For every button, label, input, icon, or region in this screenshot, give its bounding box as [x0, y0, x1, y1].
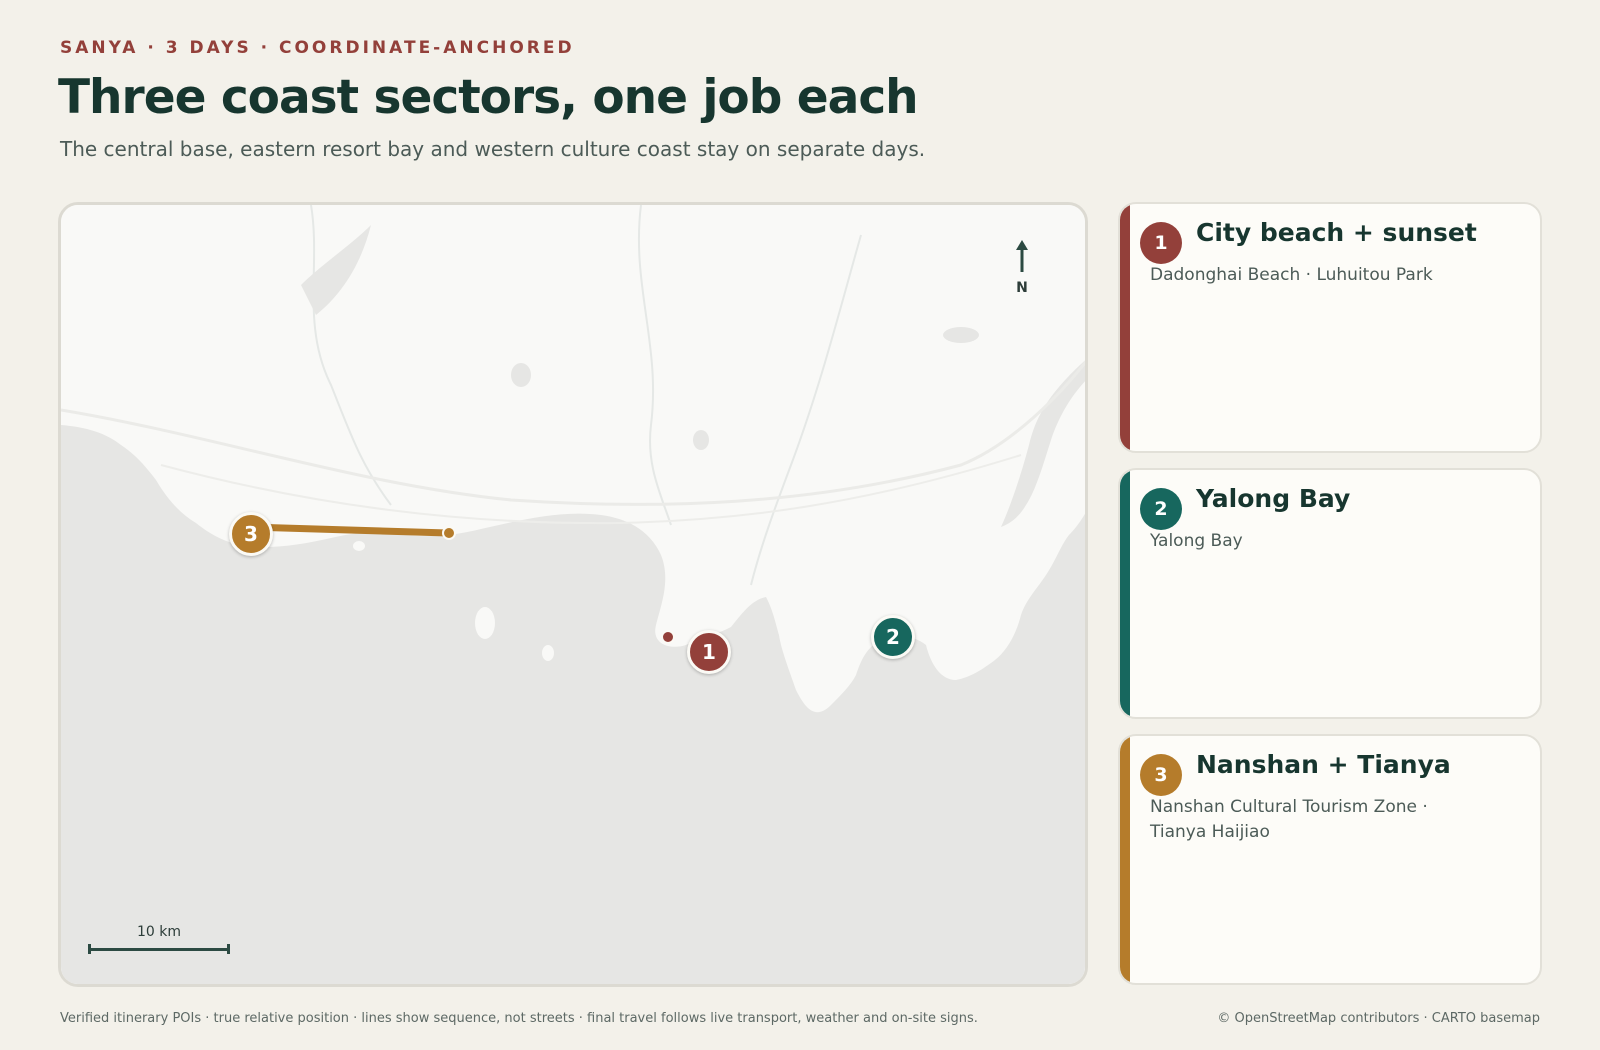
day-card-1[interactable]: 1 City beach + sunset Dadonghai Beach · … [1118, 202, 1542, 453]
day-places: Dadonghai Beach · Luhuitou Park [1150, 265, 1433, 285]
poi-dot-day3 [442, 526, 456, 540]
day-title: Yalong Bay [1196, 484, 1351, 513]
day-places: Nanshan Cultural Tourism Zone · Tianya H… [1150, 797, 1428, 842]
day-title: Nanshan + Tianya [1196, 750, 1451, 779]
day-card-2[interactable]: 2 Yalong Bay Yalong Bay [1118, 468, 1542, 719]
island [475, 607, 495, 639]
island [353, 541, 365, 551]
north-arrow-icon [1016, 240, 1028, 272]
footer-note: Verified itinerary POIs · true relative … [60, 1011, 978, 1026]
day-cards: 1 City beach + sunset Dadonghai Beach · … [1118, 202, 1542, 1000]
day-badge: 3 [1140, 754, 1182, 796]
day-card-3[interactable]: 3 Nanshan + Tianya Nanshan Cultural Tour… [1118, 734, 1542, 985]
page-title: Three coast sectors, one job each [58, 70, 919, 125]
day-stripe [1120, 736, 1130, 983]
scale-line [88, 944, 230, 954]
map[interactable] [58, 202, 1088, 987]
map-marker-day2[interactable]: 2 [871, 615, 915, 659]
eyebrow: SANYA · 3 DAYS · COORDINATE-ANCHORED [60, 38, 575, 58]
north-label: N [1016, 280, 1028, 296]
lake [693, 430, 709, 450]
attribution[interactable]: © OpenStreetMap contributors · CARTO bas… [1217, 1011, 1540, 1026]
day-badge: 2 [1140, 488, 1182, 530]
day-places: Yalong Bay [1150, 531, 1243, 551]
lake [943, 327, 979, 343]
scale-bar: 10 km [88, 924, 230, 954]
poi-dot-day1 [661, 630, 675, 644]
day-badge: 1 [1140, 222, 1182, 264]
north-arrow: N [1010, 240, 1034, 296]
day-stripe [1120, 470, 1130, 717]
basemap [61, 205, 1085, 984]
page-subtitle: The central base, eastern resort bay and… [60, 137, 926, 161]
map-marker-day3[interactable]: 3 [229, 512, 273, 556]
day-stripe [1120, 204, 1130, 451]
island [542, 645, 554, 661]
lake [511, 363, 531, 387]
map-marker-day1[interactable]: 1 [687, 630, 731, 674]
scale-label: 10 km [136, 924, 181, 940]
day-title: City beach + sunset [1196, 218, 1477, 247]
